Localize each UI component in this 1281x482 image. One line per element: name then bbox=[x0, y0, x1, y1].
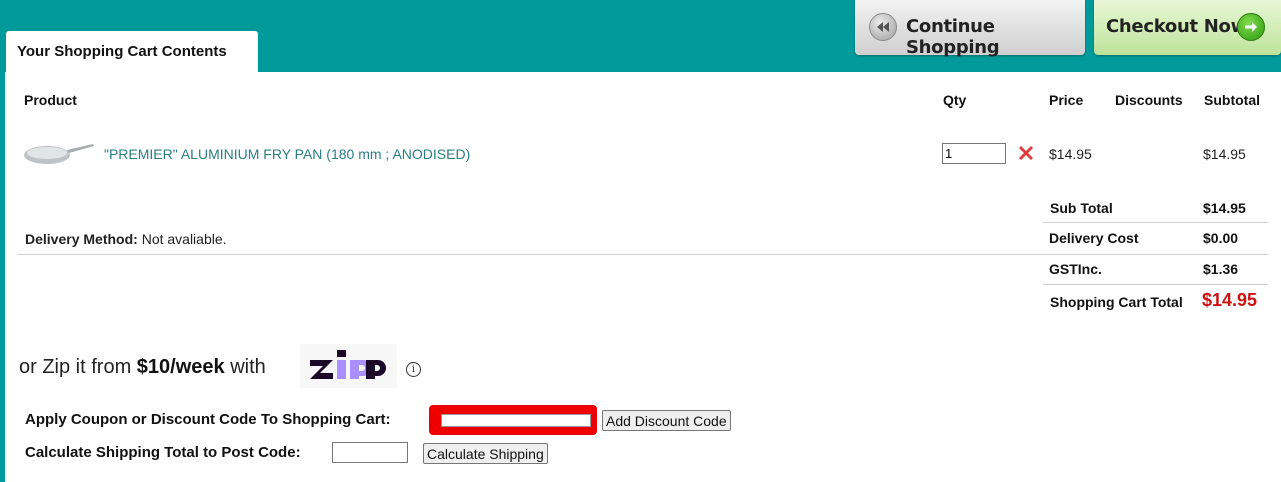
sub-total-value: $14.95 bbox=[1203, 200, 1246, 216]
post-code-input[interactable] bbox=[332, 442, 408, 463]
zip-amount: $10/week bbox=[136, 356, 225, 378]
sub-total-label: Sub Total bbox=[1050, 200, 1113, 216]
left-border bbox=[0, 72, 5, 482]
tab-label: Your Shopping Cart Contents bbox=[17, 43, 227, 60]
coupon-highlight bbox=[429, 405, 597, 435]
calculate-shipping-button[interactable]: Calculate Shipping bbox=[423, 443, 548, 464]
checkout-now-label: Checkout Now bbox=[1106, 16, 1247, 37]
checkout-now-button[interactable]: Checkout Now bbox=[1094, 0, 1281, 55]
header-price: Price bbox=[1049, 92, 1084, 108]
zip-prefix: or Zip it from bbox=[19, 356, 137, 378]
coupon-label: Apply Coupon or Discount Code To Shoppin… bbox=[25, 411, 391, 428]
quantity-input[interactable] bbox=[942, 143, 1006, 164]
product-link[interactable]: "PREMIER" ALUMINIUM FRY PAN (180 mm ; AN… bbox=[104, 146, 470, 162]
zip-suffix: with bbox=[224, 356, 266, 378]
zip-promo-text: or Zip it from $10/week with bbox=[19, 356, 266, 379]
continue-shopping-button[interactable]: Continue Shopping bbox=[855, 0, 1085, 58]
divider bbox=[17, 254, 1268, 255]
continue-shopping-label: Continue Shopping bbox=[906, 16, 1000, 58]
delivery-method-label: Delivery Method: bbox=[25, 231, 138, 247]
rewind-icon bbox=[869, 13, 897, 41]
divider bbox=[1043, 222, 1268, 223]
item-subtotal: $14.95 bbox=[1203, 146, 1246, 162]
delivery-cost-value: $0.00 bbox=[1203, 230, 1239, 246]
delivery-method-value: Not avaliable. bbox=[141, 231, 227, 247]
coupon-input[interactable] bbox=[441, 414, 591, 427]
cart-total-value: $14.95 bbox=[1202, 290, 1258, 310]
header-product: Product bbox=[24, 92, 77, 108]
cart-total-label: Shopping Cart Total bbox=[1050, 294, 1183, 310]
tab-cart-contents[interactable]: Your Shopping Cart Contents bbox=[6, 31, 258, 72]
shipping-label: Calculate Shipping Total to Post Code: bbox=[25, 444, 301, 461]
header-qty: Qty bbox=[943, 92, 967, 108]
gst-value: $1.36 bbox=[1203, 261, 1239, 277]
arrow-right-icon bbox=[1237, 13, 1265, 41]
item-price: $14.95 bbox=[1049, 146, 1092, 162]
header-discounts: Discounts bbox=[1115, 92, 1183, 108]
remove-item-icon[interactable] bbox=[1016, 143, 1036, 163]
gst-label: GSTInc. bbox=[1049, 261, 1102, 277]
info-icon[interactable]: i bbox=[406, 362, 421, 377]
delivery-method: Delivery Method: Not avaliable. bbox=[25, 231, 227, 247]
zip-logo bbox=[300, 344, 397, 388]
add-discount-code-button[interactable]: Add Discount Code bbox=[602, 410, 731, 431]
delivery-cost-label: Delivery Cost bbox=[1049, 230, 1139, 246]
header-subtotal: Subtotal bbox=[1204, 92, 1260, 108]
divider bbox=[1043, 284, 1268, 285]
fry-pan-image[interactable] bbox=[23, 140, 95, 168]
